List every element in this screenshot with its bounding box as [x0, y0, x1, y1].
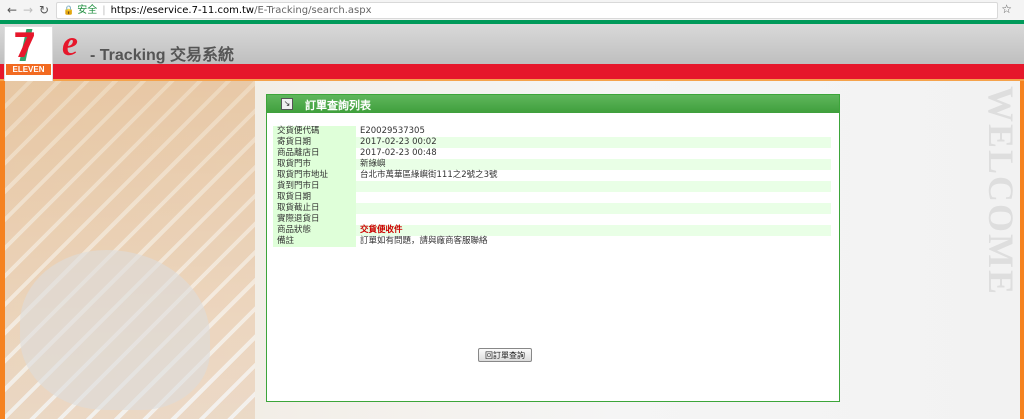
row-value — [356, 214, 831, 225]
brand-e-mark: e — [62, 23, 78, 63]
address-bar[interactable]: 🔒 安全 | https://eservice.7-11.com.tw/E-Track… — [56, 2, 998, 19]
row-label: 取貨門市地址 — [273, 170, 356, 181]
table-row: 貨到門市日 — [273, 181, 831, 192]
reload-icon[interactable]: ↻ — [36, 2, 52, 18]
row-label: 商品狀態 — [273, 225, 356, 236]
row-label: 商品離店日 — [273, 148, 356, 159]
header-red-stripe — [0, 64, 1024, 79]
order-query-panel: ↘ 訂單查詢列表 交貨便代碼 E20029537305 寄貨日期 2017-02-23… — [266, 94, 840, 402]
table-row: 實際退貨日 — [273, 214, 831, 225]
welcome-watermark: WELCOME — [981, 86, 1021, 297]
url-path: /E-Tracking/search.aspx — [254, 5, 372, 16]
row-value: 訂單如有問題，請與廠商客服聯絡 — [360, 236, 488, 246]
table-row: 商品狀態 交貨便收件 — [273, 225, 831, 236]
table-row: 取貨門市地址 台北市萬華區綠嶼街111之2號之3號 — [273, 170, 831, 181]
left-orange-rail — [0, 81, 5, 419]
row-label: 貨到門市日 — [273, 181, 356, 192]
seven-eleven-logo[interactable]: 7 ELEVEN — [4, 26, 53, 82]
row-value: 交貨便收件 — [356, 225, 831, 236]
logo-eleven-text: ELEVEN — [6, 64, 51, 75]
table-row: 交貨便代碼 E20029537305 — [273, 126, 831, 137]
row-value: E20029537305 — [360, 126, 425, 136]
row-value: 新綠嶼 — [356, 159, 831, 170]
table-row: 取貨日期 — [273, 192, 831, 203]
row-label: 實際退貨日 — [273, 214, 356, 225]
row-label: 取貨日期 — [273, 192, 356, 203]
row-value — [356, 181, 831, 192]
panel-title: 訂單查詢列表 — [305, 99, 371, 112]
table-row: 商品離店日 2017-02-23 00:48 — [273, 148, 831, 159]
logo-seven-icon: 7 — [13, 26, 37, 66]
row-value — [356, 203, 831, 214]
row-label: 取貨截止日 — [273, 203, 356, 214]
row-label: 寄貨日期 — [273, 137, 356, 148]
browser-toolbar: ← → ↻ 🔒 安全 | https://eservice.7-11.com.tw/E… — [0, 0, 1024, 21]
table-row: 備註 訂單如有問題，請與廠商客服聯絡 — [273, 236, 831, 247]
row-label: 備註 — [273, 236, 356, 247]
back-arrow-icon[interactable]: ← — [4, 2, 20, 18]
site-header: 7 ELEVEN e - Tracking 交易系統 — [0, 20, 1024, 82]
row-label: 交貨便代碼 — [273, 126, 356, 137]
forward-arrow-icon[interactable]: → — [20, 2, 36, 18]
list-icon: ↘ — [281, 98, 293, 110]
brand-text: - Tracking 交易系統 — [90, 47, 235, 64]
bookmark-star-icon[interactable]: ☆ — [1001, 2, 1012, 16]
row-value: 2017-02-23 00:48 — [360, 148, 437, 158]
url-host: https://eservice.7-11.com.tw — [110, 5, 255, 16]
lock-icon: 🔒 — [63, 6, 75, 16]
table-row: 取貨門市 新綠嶼 — [273, 159, 831, 170]
row-value — [356, 192, 831, 203]
secure-label: 安全 — [77, 5, 98, 16]
back-to-order-query-button[interactable]: 回訂單查詢 — [478, 348, 532, 362]
row-value: 2017-02-23 00:02 — [356, 137, 831, 148]
order-detail-table: 交貨便代碼 E20029537305 寄貨日期 2017-02-23 00:02 商品離… — [273, 126, 831, 247]
table-row: 寄貨日期 2017-02-23 00:02 — [273, 137, 831, 148]
address-separator: | — [102, 5, 106, 16]
row-label: 取貨門市 — [273, 159, 356, 170]
row-value: 台北市萬華區綠嶼街111之2號之3號 — [360, 170, 498, 180]
table-row: 取貨截止日 — [273, 203, 831, 214]
panel-header: ↘ 訂單查詢列表 — [267, 95, 839, 113]
